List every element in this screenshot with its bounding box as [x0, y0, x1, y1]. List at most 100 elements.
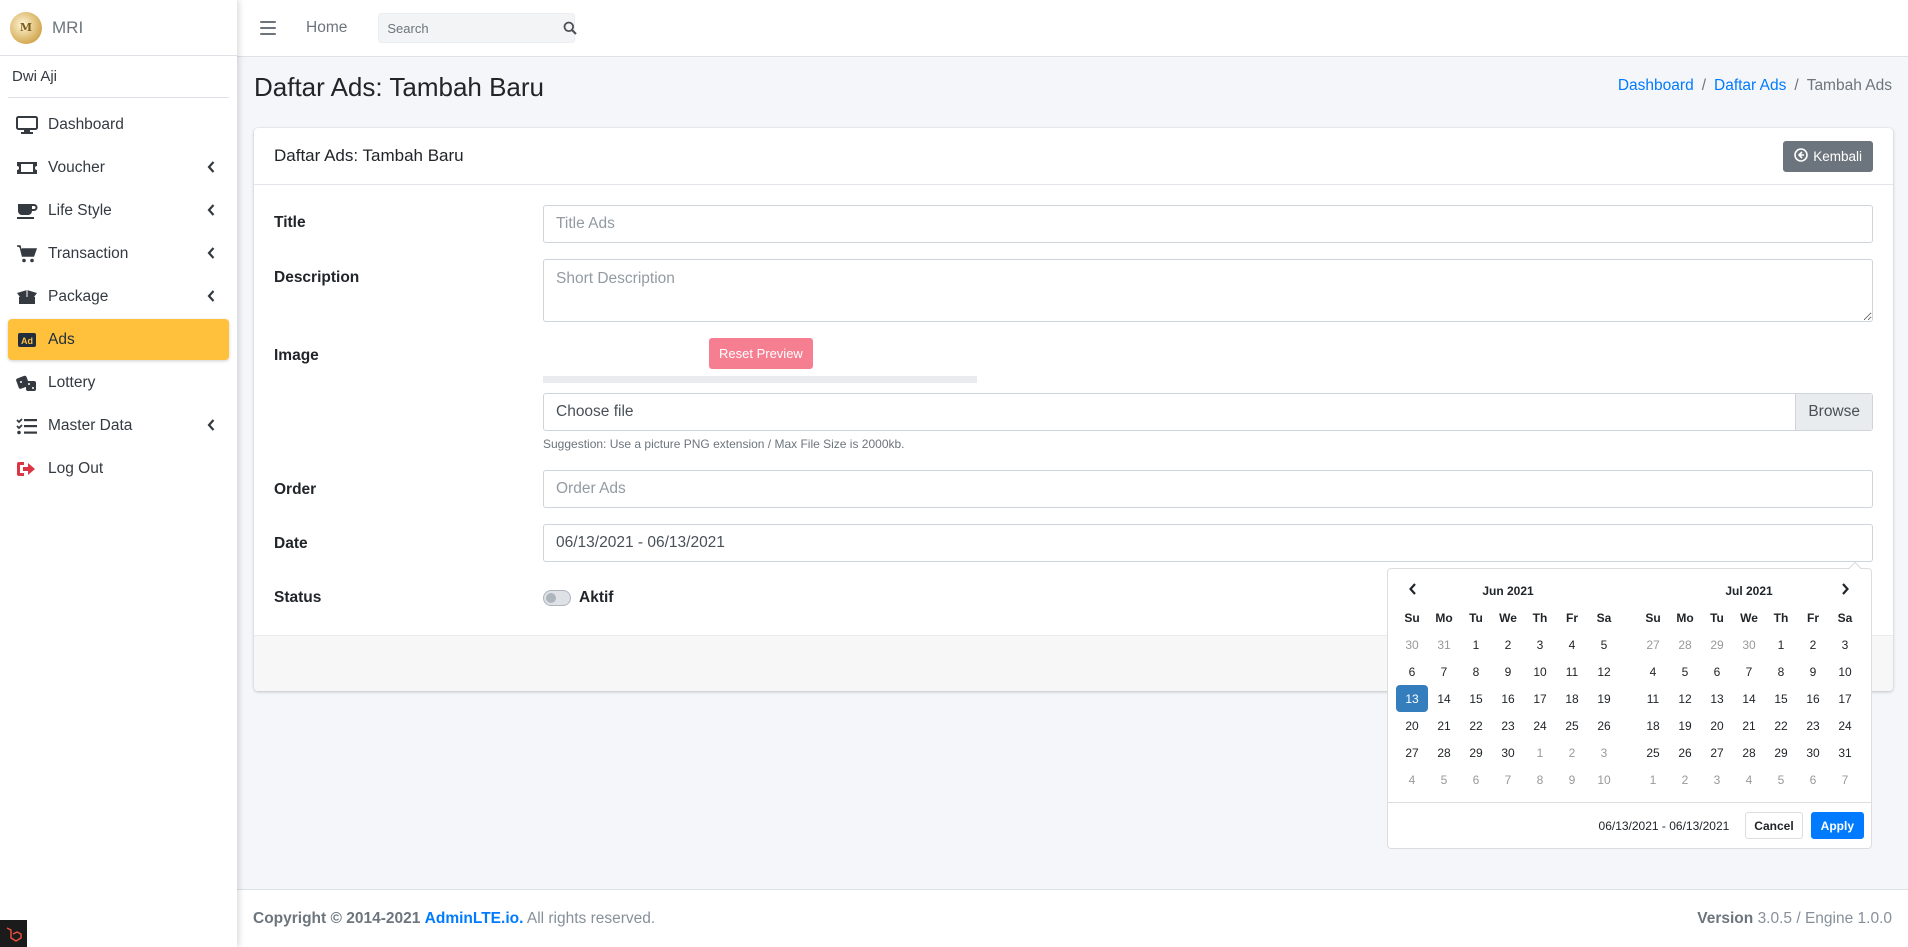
description-textarea[interactable]: [543, 259, 1873, 322]
calendar-day[interactable]: 15: [1765, 685, 1797, 712]
calendar-day[interactable]: 2: [1556, 739, 1588, 766]
calendar-day[interactable]: 30: [1396, 631, 1428, 658]
calendar-day[interactable]: 30: [1797, 739, 1829, 766]
prev-month-button[interactable]: [1396, 577, 1428, 604]
calendar-day[interactable]: 27: [1637, 631, 1669, 658]
calendar-day[interactable]: 10: [1524, 658, 1556, 685]
calendar-day[interactable]: 1: [1765, 631, 1797, 658]
search-input[interactable]: [379, 14, 564, 42]
calendar-day[interactable]: 24: [1829, 712, 1861, 739]
kembali-button[interactable]: Kembali: [1783, 140, 1873, 172]
calendar-day[interactable]: 4: [1396, 766, 1428, 793]
browse-button[interactable]: Browse: [1795, 394, 1872, 430]
sidebar-item-ads[interactable]: Ad Ads: [8, 319, 229, 360]
calendar-day[interactable]: 17: [1829, 685, 1861, 712]
calendar-day[interactable]: 2: [1669, 766, 1701, 793]
calendar-day[interactable]: 1: [1524, 739, 1556, 766]
sidebar-item-transaction[interactable]: Transaction: [8, 233, 229, 274]
brand-link[interactable]: M MRI: [0, 0, 237, 56]
calendar-day[interactable]: 2: [1797, 631, 1829, 658]
calendar-day[interactable]: 29: [1701, 631, 1733, 658]
reset-preview-button[interactable]: Reset Preview: [709, 338, 813, 369]
calendar-day[interactable]: 31: [1829, 739, 1861, 766]
calendar-day[interactable]: 13: [1701, 685, 1733, 712]
calendar-day[interactable]: 30: [1733, 631, 1765, 658]
calendar-day[interactable]: 4: [1733, 766, 1765, 793]
laravel-icon[interactable]: [0, 920, 27, 947]
calendar-day[interactable]: 16: [1797, 685, 1829, 712]
sidebar-item-log-out[interactable]: Log Out: [8, 448, 229, 489]
sidebar-item-voucher[interactable]: Voucher: [8, 147, 229, 188]
calendar-day[interactable]: 31: [1428, 631, 1460, 658]
calendar-day[interactable]: 28: [1669, 631, 1701, 658]
calendar-day[interactable]: 1: [1460, 631, 1492, 658]
calendar-day[interactable]: 4: [1637, 658, 1669, 685]
calendar-day[interactable]: 28: [1733, 739, 1765, 766]
calendar-day[interactable]: 27: [1396, 739, 1428, 766]
order-input[interactable]: [543, 470, 1873, 508]
calendar-day[interactable]: 7: [1829, 766, 1861, 793]
calendar-day[interactable]: 18: [1637, 712, 1669, 739]
calendar-day[interactable]: 12: [1669, 685, 1701, 712]
date-range-input[interactable]: [543, 524, 1873, 562]
calendar-day[interactable]: 21: [1733, 712, 1765, 739]
image-file-input[interactable]: Choose file Browse: [543, 393, 1873, 431]
apply-button[interactable]: Apply: [1810, 812, 1864, 839]
calendar-day[interactable]: 6: [1396, 658, 1428, 685]
sidebar-item-lottery[interactable]: Lottery: [8, 362, 229, 403]
sidebar-item-master-data[interactable]: Master Data: [8, 405, 229, 446]
calendar-day[interactable]: 3: [1588, 739, 1620, 766]
calendar-day[interactable]: 2: [1492, 631, 1524, 658]
calendar-day[interactable]: 22: [1460, 712, 1492, 739]
calendar-day[interactable]: 10: [1829, 658, 1861, 685]
calendar-day[interactable]: 28: [1428, 739, 1460, 766]
calendar-day[interactable]: 7: [1428, 658, 1460, 685]
calendar-day[interactable]: 6: [1797, 766, 1829, 793]
calendar-day[interactable]: 5: [1588, 631, 1620, 658]
calendar-day[interactable]: 14: [1428, 685, 1460, 712]
calendar-day[interactable]: 5: [1428, 766, 1460, 793]
calendar-day[interactable]: 25: [1556, 712, 1588, 739]
calendar-day[interactable]: 29: [1460, 739, 1492, 766]
sidebar-item-life-style[interactable]: Life Style: [8, 190, 229, 231]
status-switch[interactable]: Aktif: [543, 589, 613, 607]
calendar-day[interactable]: 4: [1556, 631, 1588, 658]
calendar-day[interactable]: 18: [1556, 685, 1588, 712]
calendar-day[interactable]: 17: [1524, 685, 1556, 712]
calendar-day[interactable]: 12: [1588, 658, 1620, 685]
calendar-day[interactable]: 5: [1669, 658, 1701, 685]
calendar-day[interactable]: 10: [1588, 766, 1620, 793]
user-panel[interactable]: Dwi Aji: [8, 56, 229, 98]
breadcrumb-dashboard[interactable]: Dashboard: [1618, 77, 1694, 95]
next-month-button[interactable]: [1829, 577, 1861, 604]
home-link[interactable]: Home: [306, 19, 347, 37]
calendar-day[interactable]: 8: [1765, 658, 1797, 685]
calendar-day[interactable]: 24: [1524, 712, 1556, 739]
calendar-day[interactable]: 13: [1396, 685, 1428, 712]
calendar-day[interactable]: 19: [1669, 712, 1701, 739]
calendar-day[interactable]: 21: [1428, 712, 1460, 739]
calendar-day[interactable]: 6: [1701, 658, 1733, 685]
adminlte-link[interactable]: AdminLTE.io.: [425, 910, 524, 927]
cancel-button[interactable]: Cancel: [1745, 812, 1803, 839]
calendar-day[interactable]: 3: [1701, 766, 1733, 793]
calendar-day[interactable]: 25: [1637, 739, 1669, 766]
calendar-day[interactable]: 11: [1556, 658, 1588, 685]
calendar-day[interactable]: 20: [1701, 712, 1733, 739]
calendar-day[interactable]: 7: [1733, 658, 1765, 685]
calendar-day[interactable]: 11: [1637, 685, 1669, 712]
calendar-day[interactable]: 30: [1492, 739, 1524, 766]
calendar-day[interactable]: 26: [1588, 712, 1620, 739]
sidebar-item-package[interactable]: Package: [8, 276, 229, 317]
calendar-day[interactable]: 9: [1797, 658, 1829, 685]
calendar-day[interactable]: 15: [1460, 685, 1492, 712]
calendar-day[interactable]: 23: [1797, 712, 1829, 739]
calendar-day[interactable]: 9: [1492, 658, 1524, 685]
title-input[interactable]: [543, 205, 1873, 243]
calendar-day[interactable]: 8: [1524, 766, 1556, 793]
calendar-day[interactable]: 20: [1396, 712, 1428, 739]
calendar-day[interactable]: 5: [1765, 766, 1797, 793]
sidebar-item-dashboard[interactable]: Dashboard: [8, 104, 229, 145]
calendar-day[interactable]: 3: [1829, 631, 1861, 658]
calendar-day[interactable]: 22: [1765, 712, 1797, 739]
